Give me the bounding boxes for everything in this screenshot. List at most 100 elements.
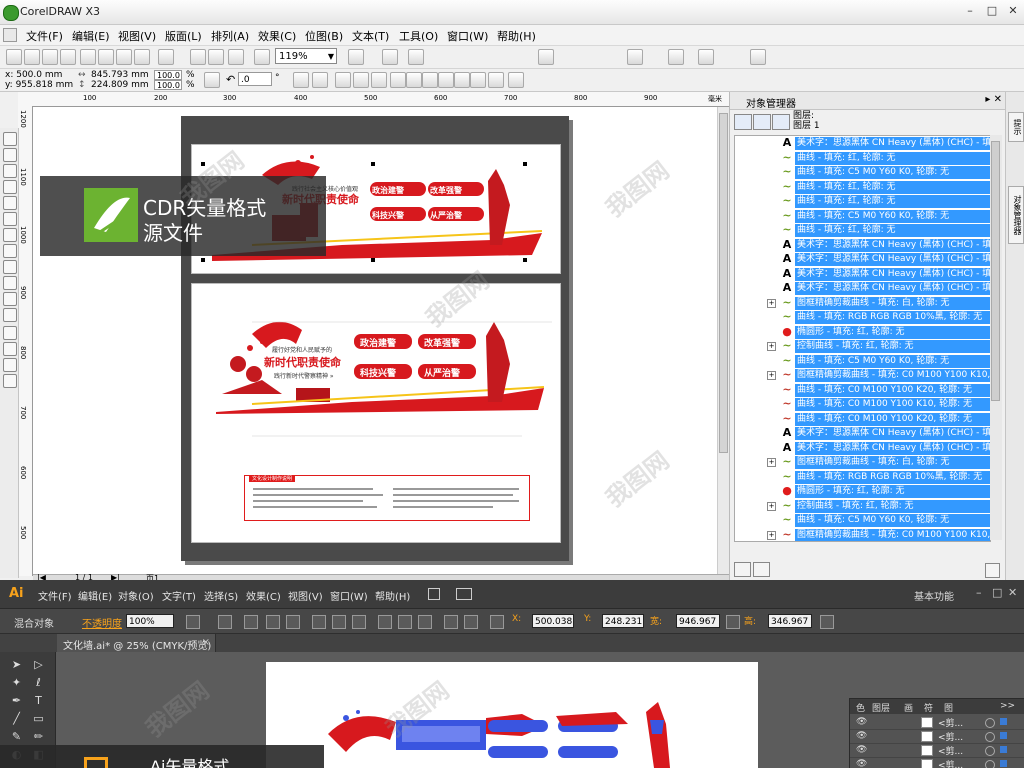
freehand-tool-icon[interactable] (3, 196, 17, 210)
polygon-tool-icon[interactable] (3, 260, 17, 274)
layer-manager-view-icon[interactable] (772, 114, 790, 130)
lasso-tool-icon[interactable]: ℓ (32, 676, 45, 689)
object-row[interactable]: + ~ 图框精确剪裁曲线 - 填充: 白, 轮廓: 无 (735, 296, 990, 311)
object-row[interactable]: ~ 曲线 - 填充: 红, 轮廓: 无 (735, 151, 990, 166)
distribute-center-icon[interactable] (398, 615, 412, 629)
menu-help[interactable]: 帮助(H) (497, 28, 536, 44)
object-row[interactable]: ~ 曲线 - 填充: C0 M100 Y100 K20, 轮廓: 无 (735, 383, 990, 398)
bridge-icon[interactable] (428, 588, 440, 600)
type-tool-icon[interactable]: T (32, 694, 45, 707)
object-row[interactable]: A 美术字：思源黑体 CN Heavy (黑体) (CHC) - 填 (735, 252, 990, 267)
close-icon[interactable]: ✕ (1005, 4, 1021, 18)
corel-graphics-icon[interactable] (668, 49, 684, 65)
object-row[interactable]: ~ 曲线 - 填充: 红, 轮廓: 无 (735, 223, 990, 238)
selection-handle[interactable] (201, 162, 205, 166)
object-row[interactable]: + ~ 控制曲线 - 填充: 红, 轮廓: 无 (735, 499, 990, 514)
design-panel-bottom[interactable]: 政治建警 改革强警 科技兴警 从严治警 履行好党和人民赋予的 新时代职责使命 践… (191, 283, 561, 543)
zoom-level-select[interactable]: 119% ▼ (275, 48, 337, 64)
mirror-h-icon[interactable] (293, 72, 309, 88)
transform-icon[interactable] (218, 615, 232, 629)
panel-menu-icon[interactable] (820, 615, 834, 629)
import-icon[interactable] (190, 49, 206, 65)
options-icon[interactable] (382, 49, 398, 65)
delete-icon[interactable] (985, 563, 1000, 578)
ai-menu-effect[interactable]: 效果(C) (246, 588, 281, 603)
horizontal-ruler[interactable]: 100 200 300 400 500 600 700 800 900 毫米 (18, 92, 730, 107)
object-row[interactable]: ● 椭圆形 - 填充: 红, 轮廓: 无 (735, 325, 990, 340)
convert-icon[interactable] (538, 49, 554, 65)
menu-layout[interactable]: 版面(L) (165, 28, 202, 44)
fill-tool-icon[interactable] (3, 358, 17, 372)
pencil-tool-icon[interactable]: ✏ (32, 730, 45, 743)
combine-icon[interactable] (390, 72, 406, 88)
scale-y[interactable]: 100.0 (154, 80, 182, 90)
shape-tool-icon[interactable] (3, 148, 17, 162)
close-tab-icon[interactable]: × (202, 637, 210, 648)
menu-view[interactable]: 视图(V) (118, 28, 156, 44)
ellipse-tool-icon[interactable] (3, 244, 17, 258)
selection-handle[interactable] (523, 162, 527, 166)
selection-handle[interactable] (371, 162, 375, 166)
interactive-blend-tool-icon[interactable] (3, 308, 17, 322)
menu-effects[interactable]: 效果(C) (258, 28, 296, 44)
object-row[interactable]: ~ 曲线 - 填充: C0 M100 Y100 K10, 轮廓: 无 (735, 397, 990, 412)
object-row[interactable]: A 美术字：思源黑体 CN Heavy (黑体) (CHC) - 填 (735, 238, 990, 253)
distribute-hcenter-icon[interactable] (464, 615, 478, 629)
selection-indicator[interactable] (1000, 732, 1007, 739)
outline-tool-icon[interactable] (3, 342, 17, 356)
recolor-icon[interactable] (186, 615, 200, 629)
scroll-thumb[interactable] (719, 113, 728, 453)
expand-icon[interactable]: + (767, 530, 776, 540)
align-middle-icon[interactable] (332, 615, 346, 629)
ungroup-all-icon[interactable] (371, 72, 387, 88)
group-icon[interactable] (335, 72, 351, 88)
object-row[interactable]: A 美术字：思源黑体 CN Heavy (黑体) (CHC) - 填 (735, 281, 990, 296)
tab-artboards[interactable]: 画 (904, 701, 913, 714)
workspace-switcher[interactable]: 基本功能 (914, 588, 954, 603)
visibility-eye-icon[interactable]: 👁 (856, 717, 867, 727)
position-y[interactable]: y: 955.818 mm (5, 80, 73, 90)
expand-icon[interactable]: + (767, 371, 776, 380)
rectangle-tool-icon[interactable]: ▭ (32, 712, 45, 725)
object-row[interactable]: ~ 曲线 - 填充: C5 M0 Y60 K0, 轮廓: 无 (735, 165, 990, 180)
object-row[interactable]: ~ 曲线 - 填充: RGB RGB RGB 10%黑, 轮廓: 无 (735, 310, 990, 325)
position-x[interactable]: x: 500.0 mm (5, 70, 62, 80)
pick-tool-icon[interactable] (3, 132, 17, 146)
align-right-icon[interactable] (286, 615, 300, 629)
line-tool-icon[interactable]: ╱ (10, 712, 23, 725)
document-icon[interactable] (3, 28, 17, 42)
selection-indicator[interactable] (1000, 718, 1007, 725)
minimize-icon[interactable]: – (962, 4, 978, 18)
target-icon[interactable] (985, 718, 995, 728)
zoom-tool-icon[interactable] (3, 180, 17, 194)
pen-tool-icon[interactable]: ✒ (10, 694, 23, 707)
intersect-icon[interactable] (438, 72, 454, 88)
object-list[interactable]: A 美术字：思源黑体 CN Heavy (黑体) (CHC) - 填 ~ 曲线 - 填… (734, 135, 991, 542)
expand-icon[interactable]: + (767, 342, 776, 351)
reference-point-icon[interactable] (490, 615, 504, 629)
panel-expand[interactable]: >> (1000, 701, 1015, 711)
object-row[interactable]: + ~ 图框精确剪裁曲线 - 填充: C0 M100 Y100 K10, (735, 528, 990, 541)
menu-text[interactable]: 文本(T) (352, 28, 389, 44)
undo-icon[interactable] (134, 49, 150, 65)
visibility-eye-icon[interactable]: 👁 (856, 731, 867, 741)
object-row[interactable]: ● 椭圆形 - 填充: 红, 轮廓: 无 (735, 484, 990, 499)
close-icon[interactable]: ✕ (1008, 586, 1017, 599)
full-screen-icon[interactable] (348, 49, 364, 65)
layer-row[interactable]: 👁 <剪... (850, 715, 1024, 730)
ai-menu-edit[interactable]: 编辑(E) (78, 588, 112, 603)
simplify-icon[interactable] (454, 72, 470, 88)
size-height[interactable]: 224.809 mm (91, 80, 149, 90)
app-launcher-icon[interactable] (228, 49, 244, 65)
object-row[interactable]: A 美术字：思源黑体 CN Heavy (黑体) (CHC) - 填 (735, 267, 990, 282)
basic-shapes-tool-icon[interactable] (3, 276, 17, 290)
weld-icon[interactable] (406, 72, 422, 88)
menu-arrange[interactable]: 排列(A) (211, 28, 249, 44)
align-center-icon[interactable] (266, 615, 280, 629)
visibility-eye-icon[interactable]: 👁 (856, 745, 867, 755)
export-icon[interactable] (208, 49, 224, 65)
object-row[interactable]: ~ 曲线 - 填充: RGB RGB RGB 10%黑, 轮廓: 无 (735, 470, 990, 485)
object-row[interactable]: + ~ 图框精确剪裁曲线 - 填充: C0 M100 Y100 K10, (735, 368, 990, 383)
menu-file[interactable]: 文件(F) (26, 28, 63, 44)
eyedropper-tool-icon[interactable] (3, 326, 17, 340)
